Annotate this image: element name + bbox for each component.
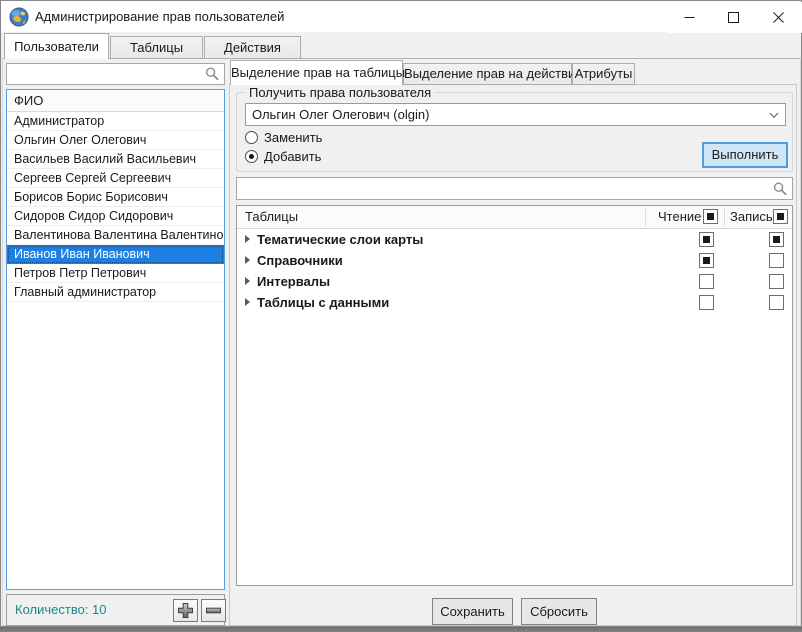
column-write: Запись — [730, 206, 773, 227]
read-column-checkbox[interactable] — [703, 209, 718, 224]
tree-row-label: Справочники — [257, 250, 343, 271]
radio-add[interactable]: Добавить — [245, 149, 321, 164]
user-count-label: Количество: 10 — [15, 595, 107, 625]
radio-add-label: Добавить — [264, 149, 321, 164]
close-button[interactable] — [755, 2, 802, 33]
user-combobox[interactable]: Ольгин Олег Олегович (olgin) — [245, 103, 786, 126]
user-row[interactable]: Петров Петр Петрович — [7, 264, 224, 283]
tab-action-rights[interactable]: Выделение прав на действия — [403, 63, 572, 85]
permissions-table-header: Таблицы Чтение Запись — [237, 206, 792, 229]
write-checkbox[interactable] — [769, 232, 784, 247]
globe-app-icon — [9, 7, 29, 27]
user-row[interactable]: Иванов Иван Иванович — [7, 245, 224, 264]
read-checkbox[interactable] — [699, 253, 714, 268]
user-search-box — [6, 63, 225, 85]
column-divider — [645, 207, 646, 226]
tree-row[interactable]: Тематические слои карты — [237, 229, 792, 250]
expand-icon[interactable] — [245, 256, 250, 264]
expand-icon[interactable] — [245, 277, 250, 285]
user-row[interactable]: Валентинова Валентина Валентиновна — [7, 226, 224, 245]
tab-table-rights[interactable]: Выделение прав на таблицы — [230, 60, 403, 85]
titlebar: Администрирование прав пользователей — [1, 1, 801, 32]
combobox-value: Ольгин Олег Олегович (olgin) — [252, 104, 429, 125]
execute-button[interactable]: Выполнить — [702, 142, 788, 168]
tab-attributes[interactable]: Атрибуты — [572, 63, 635, 85]
user-row[interactable]: Главный администратор — [7, 283, 224, 302]
radio-replace-label: Заменить — [264, 130, 322, 145]
tree-row[interactable]: Таблицы с данными — [237, 292, 792, 313]
table-search-input[interactable] — [241, 179, 772, 200]
add-user-button[interactable] — [173, 599, 198, 622]
maximize-button[interactable] — [711, 2, 755, 33]
search-icon — [205, 67, 219, 81]
user-row[interactable]: Сергеев Сергей Сергеевич — [7, 169, 224, 188]
radio-replace-circle — [245, 131, 258, 144]
user-list-header: ФИО — [7, 90, 224, 112]
tree-row[interactable]: Интервалы — [237, 271, 792, 292]
screen: Администрирование прав пользователей Пол… — [0, 0, 802, 632]
user-row[interactable]: Сидоров Сидор Сидорович — [7, 207, 224, 226]
write-checkbox[interactable] — [769, 274, 784, 289]
close-icon — [773, 12, 784, 23]
minimize-icon — [684, 12, 695, 23]
search-icon — [773, 182, 787, 196]
read-checkbox[interactable] — [699, 295, 714, 310]
column-read: Чтение — [658, 206, 701, 227]
write-checkbox[interactable] — [769, 253, 784, 268]
tree-row[interactable]: Справочники — [237, 250, 792, 271]
minus-icon — [205, 602, 222, 619]
column-divider — [724, 207, 725, 226]
user-row[interactable]: Ольгин Олег Олегович — [7, 131, 224, 150]
user-search-input[interactable] — [11, 65, 204, 85]
expand-icon[interactable] — [245, 235, 250, 243]
user-row[interactable]: Борисов Борис Борисович — [7, 188, 224, 207]
radio-add-circle — [245, 150, 258, 163]
read-checkbox[interactable] — [699, 274, 714, 289]
user-row[interactable]: Васильев Василий Васильевич — [7, 150, 224, 169]
user-count-panel: Количество: 10 — [6, 594, 225, 626]
read-checkbox[interactable] — [699, 232, 714, 247]
tree-row-label: Таблицы с данными — [257, 292, 389, 313]
user-row[interactable]: Администратор — [7, 112, 224, 131]
table-search-box — [236, 177, 793, 200]
permissions-table: Таблицы Чтение Запись Тематические слои … — [236, 205, 793, 586]
save-button[interactable]: Сохранить — [432, 598, 513, 625]
tab-tables[interactable]: Таблицы — [110, 36, 203, 59]
tree-row-label: Тематические слои карты — [257, 229, 423, 250]
tree-row-label: Интервалы — [257, 271, 330, 292]
plus-icon — [177, 602, 194, 619]
grant-rights-groupbox: Получить права пользователя Ольгин Олег … — [236, 92, 793, 172]
minimize-button[interactable] — [667, 2, 711, 33]
write-column-checkbox[interactable] — [773, 209, 788, 224]
column-tables: Таблицы — [245, 206, 298, 227]
write-checkbox[interactable] — [769, 295, 784, 310]
window-title: Администрирование прав пользователей — [35, 1, 284, 32]
maximize-icon — [728, 12, 739, 23]
tab-actions[interactable]: Действия — [204, 36, 301, 59]
user-list: ФИО Администратор Ольгин Олег Олегович В… — [6, 89, 225, 590]
tab-users[interactable]: Пользователи — [4, 33, 109, 59]
remove-user-button[interactable] — [201, 599, 226, 622]
reset-button[interactable]: Сбросить — [521, 598, 597, 625]
expand-icon[interactable] — [245, 298, 250, 306]
radio-replace[interactable]: Заменить — [245, 130, 322, 145]
desktop-strip — [0, 627, 802, 632]
chevron-down-icon — [769, 112, 779, 119]
groupbox-title: Получить права пользователя — [245, 85, 435, 100]
